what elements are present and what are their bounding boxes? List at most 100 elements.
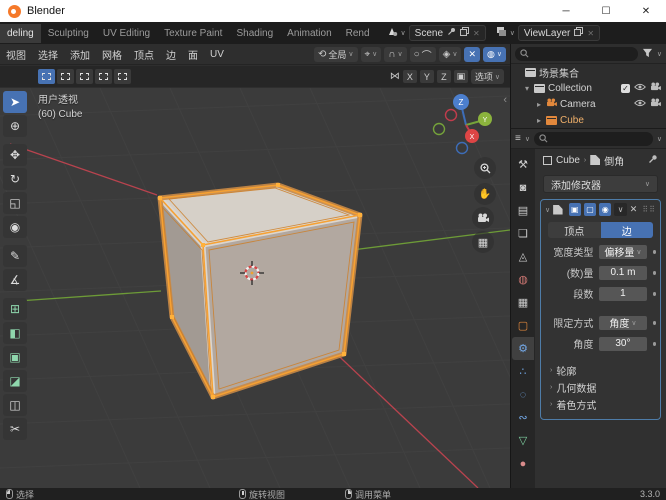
workspace-tab-shading[interactable]: Shading: [229, 24, 280, 43]
tab-particles[interactable]: ∴: [512, 360, 534, 383]
menu-uv[interactable]: UV: [204, 46, 230, 63]
tab-world[interactable]: ◍: [512, 268, 534, 291]
tool-bevel[interactable]: ◪: [3, 370, 27, 392]
workspace-tab-animation[interactable]: Animation: [280, 24, 338, 43]
section-shading[interactable]: › 着色方式: [541, 396, 660, 413]
tab-material[interactable]: ●: [512, 452, 534, 475]
hide-eye-icon[interactable]: [634, 99, 646, 110]
menu-face[interactable]: 面: [182, 44, 204, 65]
tab-modifiers[interactable]: ⚙: [512, 337, 534, 360]
scene-selector[interactable]: ∨ Scene ✕: [387, 25, 486, 41]
workspace-tab-uv-editing[interactable]: UV Editing: [96, 24, 157, 43]
show-overlays-toggle[interactable]: ✕: [464, 46, 481, 62]
collapse-region-icon[interactable]: ‹: [503, 94, 507, 106]
tool-add-cube[interactable]: ⊞: [3, 298, 27, 320]
tool-select-box[interactable]: ➤: [3, 91, 27, 113]
tab-collection[interactable]: ▦: [512, 291, 534, 314]
tab-tool[interactable]: ⚒: [512, 153, 534, 176]
toggle-ortho-button[interactable]: ▦: [472, 231, 494, 253]
keyframe-dot[interactable]: [652, 291, 656, 296]
drag-handle-icon[interactable]: ⠿⠿: [642, 205, 656, 214]
viewlayer-selector[interactable]: ∨ ViewLayer ✕: [496, 25, 601, 41]
keyframe-dot[interactable]: [652, 270, 656, 275]
breadcrumb-object[interactable]: Cube: [556, 155, 580, 166]
add-modifier-dropdown[interactable]: 添加修改器 ∨: [543, 175, 658, 193]
breadcrumb-modifier[interactable]: 倒角: [604, 153, 624, 168]
minimize-button[interactable]: ─: [546, 0, 586, 22]
amount-field[interactable]: 0.1 m: [599, 265, 647, 280]
pan-view-button[interactable]: ✋: [474, 183, 496, 205]
viewport-canvas[interactable]: Z Y X 用户透视 (60) Cube ➤ ⊕ ✥ ↻ ◱ ◉ ✎ ∡ ⊞ ◧…: [0, 88, 510, 488]
select-mode-intersect-button[interactable]: [114, 69, 131, 84]
outliner-row-scene-collection[interactable]: 场景集合: [511, 64, 666, 80]
zoom-view-button[interactable]: [474, 157, 496, 179]
tool-move[interactable]: ✥: [3, 144, 27, 166]
pin-icon[interactable]: [447, 27, 456, 39]
mirror-y-toggle[interactable]: Y: [419, 70, 434, 83]
tool-measure[interactable]: ∡: [3, 269, 27, 291]
tab-output[interactable]: ▤: [512, 199, 534, 222]
menu-mesh[interactable]: 网格: [96, 44, 128, 65]
affect-vertices-tab[interactable]: 顶点: [548, 222, 601, 238]
tab-constraints[interactable]: ∾: [512, 406, 534, 429]
angle-field[interactable]: 30°: [599, 336, 647, 351]
proportional-editing-button[interactable]: ○ ⌒: [409, 46, 436, 62]
edit-mode-display-toggle[interactable]: ▣: [568, 203, 581, 216]
panel-collapse-icon[interactable]: ∨: [545, 206, 550, 214]
transform-orientation-dropdown[interactable]: ⟲ 全局 ∨: [313, 46, 358, 62]
options-dropdown[interactable]: 选项 ∨: [470, 69, 504, 84]
tool-scale[interactable]: ◱: [3, 192, 27, 214]
workspace-tab-rendering[interactable]: Rend: [339, 24, 377, 43]
disable-render-icon[interactable]: [650, 82, 661, 94]
render-display-toggle[interactable]: ◉: [599, 203, 612, 216]
viewlayer-name[interactable]: ViewLayer: [524, 28, 571, 39]
outliner-search-input[interactable]: [515, 46, 638, 61]
affect-edges-tab[interactable]: 边: [600, 222, 653, 238]
disclosure-open-icon[interactable]: ▾: [523, 84, 531, 93]
mirror-z-toggle[interactable]: Z: [436, 70, 451, 83]
section-geometry[interactable]: › 几何数据: [541, 379, 660, 396]
disclosure-closed-icon[interactable]: ▸: [535, 116, 543, 125]
delete-modifier-icon[interactable]: ✕: [630, 204, 638, 215]
limit-method-dropdown[interactable]: 角度 ∨: [599, 315, 647, 330]
outliner-row-collection[interactable]: ▾ Collection ✓: [511, 80, 666, 96]
segments-field[interactable]: 1: [599, 286, 647, 301]
shading-mode-dropdown[interactable]: ◍ ∨: [483, 46, 506, 62]
close-button[interactable]: ✕: [626, 0, 666, 22]
tab-view-layer[interactable]: ❏: [512, 222, 534, 245]
tool-extrude-region[interactable]: ◧: [3, 322, 27, 344]
keyframe-dot[interactable]: [652, 320, 656, 325]
tab-object[interactable]: ▢: [512, 314, 534, 337]
properties-search-input[interactable]: [533, 131, 653, 146]
snap-badge-icon[interactable]: ▣: [453, 70, 468, 83]
outliner-row-camera[interactable]: ▸ Camera: [511, 96, 666, 112]
collection-checkbox[interactable]: ✓: [621, 83, 630, 93]
camera-view-button[interactable]: [472, 207, 494, 229]
tab-render[interactable]: ◙: [512, 176, 534, 199]
new-viewlayer-icon[interactable]: [574, 27, 584, 39]
disable-render-icon[interactable]: [650, 98, 661, 110]
select-mode-extend-button[interactable]: [57, 69, 74, 84]
pin-icon[interactable]: [648, 154, 658, 167]
section-profile[interactable]: › 轮廓: [541, 362, 660, 379]
tool-transform[interactable]: ◉: [3, 216, 27, 238]
tool-knife[interactable]: ✂: [3, 418, 27, 440]
show-gizmo-dropdown[interactable]: ◈ ∨: [438, 46, 462, 62]
select-mode-subtract-button[interactable]: [76, 69, 93, 84]
maximize-button[interactable]: ☐: [586, 0, 626, 22]
tool-inset-faces[interactable]: ▣: [3, 346, 27, 368]
keyframe-dot[interactable]: [652, 341, 656, 346]
menu-add[interactable]: 添加: [64, 44, 96, 65]
hide-eye-icon[interactable]: [634, 83, 646, 94]
tab-physics[interactable]: ◌: [512, 383, 534, 406]
snap-dropdown[interactable]: ∩ ∨: [384, 46, 407, 62]
tab-object-data[interactable]: ▽: [512, 429, 534, 452]
tool-cursor[interactable]: ⊕: [3, 115, 27, 137]
select-mode-invert-button[interactable]: [95, 69, 112, 84]
menu-select[interactable]: 选择: [32, 44, 64, 65]
menu-view[interactable]: 视图: [0, 44, 32, 65]
disclosure-closed-icon[interactable]: ▸: [535, 100, 543, 109]
workspace-tab-sculpting[interactable]: Sculpting: [41, 24, 96, 43]
workspace-tab-texture-paint[interactable]: Texture Paint: [157, 24, 229, 43]
pivot-point-dropdown[interactable]: ⌖ ∨: [360, 46, 382, 62]
